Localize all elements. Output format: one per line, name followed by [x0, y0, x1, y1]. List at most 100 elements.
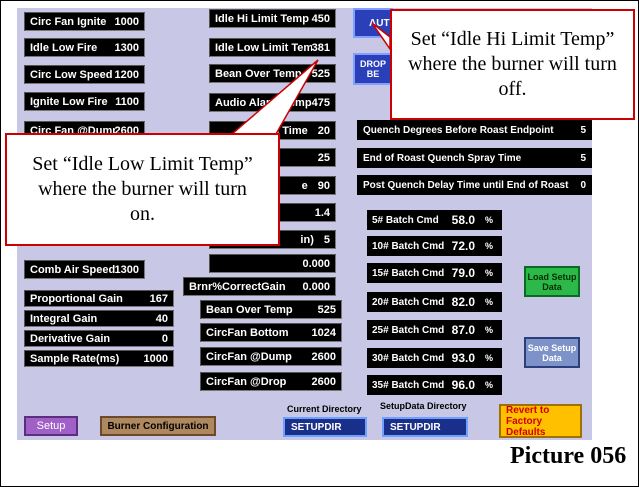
field-value: 1000 [143, 352, 168, 365]
field-label: CircFan Bottom [206, 326, 289, 339]
batch-5-field[interactable]: 5# Batch Cmd 58.0 % [367, 210, 502, 230]
derivative-gain-field[interactable]: Derivative Gain 0 [24, 330, 174, 347]
field-label: Quench Degrees Before Roast Endpoint [363, 124, 554, 136]
field-value: 58.0 [451, 213, 475, 227]
batch-30-field[interactable]: 30# Batch Cmd 93.0 % [367, 348, 502, 368]
ignite-low-fire-field[interactable]: Ignite Low Fire 1100 [24, 92, 145, 111]
field-label: Comb Air Speed [30, 263, 115, 276]
proportional-gain-field[interactable]: Proportional Gain 167 [24, 290, 174, 307]
field-unit: % [484, 297, 493, 307]
burner-configuration-button[interactable]: Burner Configuration [100, 416, 216, 436]
field-label: Circ Fan Ignite [30, 15, 107, 28]
field-value: 1300 [114, 41, 139, 54]
load-button-label: Load Setup Data [527, 271, 577, 292]
setup-button-label: Setup [36, 420, 66, 432]
auto-button[interactable]: AUT [353, 8, 393, 38]
current-directory-box[interactable]: SETUPDIR [283, 417, 367, 437]
field-value: 475 [311, 96, 330, 109]
integral-gain-field[interactable]: Integral Gain 40 [24, 310, 174, 327]
field-unit: % [484, 268, 493, 278]
circfan-dump-field[interactable]: CircFan @Dump 2600 [200, 347, 342, 366]
field-label: Idle Hi Limit Temp [215, 12, 309, 25]
audio-alarm-temp-field[interactable]: Audio Alarm Temp 475 [209, 93, 336, 112]
field-label: Ignite Low Fire [30, 95, 108, 108]
field-value: 0.000 [302, 280, 330, 293]
batch-15-field[interactable]: 15# Batch Cmd 79.0 % [367, 263, 502, 283]
field-value: 1300 [114, 263, 139, 276]
batch-25-field[interactable]: 25# Batch Cmd 87.0 % [367, 320, 502, 340]
save-setup-data-button[interactable]: Save Setup Data [524, 337, 580, 368]
field-label: Proportional Gain [30, 292, 123, 305]
field-value: 381 [311, 41, 330, 54]
drop-button-label: DROP [359, 59, 386, 69]
hi-callout-text: Set “Idle Hi Limit Temp” where the burne… [408, 28, 617, 100]
save-button-label: Save Setup Data [527, 342, 577, 363]
revert-button-label: Revert to Factory Defaults [506, 404, 550, 438]
batch-35-field[interactable]: 35# Batch Cmd 96.0 % [367, 375, 502, 395]
comb-air-speed-field[interactable]: Comb Air Speed 1300 [24, 260, 145, 279]
field-value: 1000 [114, 15, 139, 28]
field-value: 0 [580, 179, 586, 191]
field-value: 525 [311, 67, 330, 80]
field-value: 2600 [311, 375, 336, 388]
auto-button-label: AUT [369, 17, 390, 29]
field-value: 87.0 [451, 323, 475, 337]
field-label: 25# Batch Cmd [372, 324, 445, 336]
field-value: 90 [317, 179, 330, 192]
field-value: 1200 [114, 68, 139, 81]
idle-low-fire-field[interactable]: Idle Low Fire 1300 [24, 38, 145, 57]
idle-low-limit-callout: Set “Idle Low Limit Temp” where the burn… [5, 133, 280, 246]
quench-spray-time-field[interactable]: End of Roast Quench Spray Time 5 [357, 148, 592, 168]
field-value: 1.4 [314, 206, 330, 219]
low-callout-text: Set “Idle Low Limit Temp” where the burn… [32, 153, 253, 225]
field-value: 2600 [311, 350, 336, 363]
quench-degrees-field[interactable]: Quench Degrees Before Roast Endpoint 5 [357, 120, 592, 140]
field-label: Audio Alarm Temp [215, 96, 312, 109]
field-value: 40 [155, 312, 168, 325]
field-value: 96.0 [451, 378, 475, 392]
field-label: CircFan @Drop [206, 375, 287, 388]
batch-10-field[interactable]: 10# Batch Cmd 72.0 % [367, 236, 502, 256]
field-label: 30# Batch Cmd [372, 352, 445, 364]
post-quench-delay-field[interactable]: Post Quench Delay Time until End of Roas… [357, 175, 592, 195]
setupdata-directory-label: SetupData Directory [380, 401, 467, 411]
field-label: Integral Gain [30, 312, 98, 325]
field-value: 167 [149, 292, 168, 305]
field-label: 5# Batch Cmd [372, 214, 439, 226]
bean-over-temp-field[interactable]: Bean Over Temp 525 [209, 64, 336, 83]
field-label: Sample Rate(ms) [30, 352, 120, 365]
idle-low-limit-temp-field[interactable]: Idle Low Limit Temp 381 [209, 38, 336, 57]
picture-caption: Picture 056 [510, 443, 627, 469]
field-unit: % [484, 325, 493, 335]
idle-hi-limit-temp-field[interactable]: Idle Hi Limit Temp 450 [209, 9, 336, 28]
field-label: Bean Over Temp [215, 67, 302, 80]
setupdata-directory-box[interactable]: SETUPDIR [382, 417, 468, 437]
field-label: CircFan @Dump [206, 350, 292, 363]
field-label: Idle Low Fire [30, 41, 98, 54]
setup-button[interactable]: Setup [24, 416, 78, 436]
field-label: Bean Over Temp [206, 303, 293, 316]
circ-fan-ignite-field[interactable]: Circ Fan Ignite 1000 [24, 12, 145, 31]
circfan-drop-field[interactable]: CircFan @Drop 2600 [200, 372, 342, 391]
field-value: 1024 [311, 326, 336, 339]
revert-factory-defaults-button[interactable]: Revert to Factory Defaults [499, 404, 582, 438]
circ-low-speed-field[interactable]: Circ Low Speed 1200 [24, 65, 145, 84]
field-value: 450 [311, 12, 330, 25]
field-value: 5 [323, 233, 330, 246]
sample-rate-field[interactable]: Sample Rate(ms) 1000 [24, 350, 174, 367]
field-label: 15# Batch Cmd [372, 267, 445, 279]
field-value: 82.0 [451, 295, 475, 309]
drop-bean-button[interactable]: DROP BE [353, 53, 393, 85]
field-label: 35# Batch Cmd [372, 379, 445, 391]
current-directory-value: SETUPDIR [291, 421, 342, 433]
burner-correct-gain-field[interactable]: Brnr%CorrectGain 0.000 [183, 277, 336, 296]
bean-over-temp-lower-field[interactable]: Bean Over Temp 525 [200, 300, 342, 319]
batch-20-field[interactable]: 20# Batch Cmd 82.0 % [367, 292, 502, 312]
drop-button-label-2: BE [366, 69, 380, 79]
load-setup-data-button[interactable]: Load Setup Data [524, 266, 580, 297]
field-label: Brnr%CorrectGain [189, 280, 286, 293]
field-unit: % [484, 353, 493, 363]
partial-field-6[interactable]: 0.000 [209, 254, 336, 273]
field-value: 525 [317, 303, 336, 316]
circfan-bottom-field[interactable]: CircFan Bottom 1024 [200, 323, 342, 342]
